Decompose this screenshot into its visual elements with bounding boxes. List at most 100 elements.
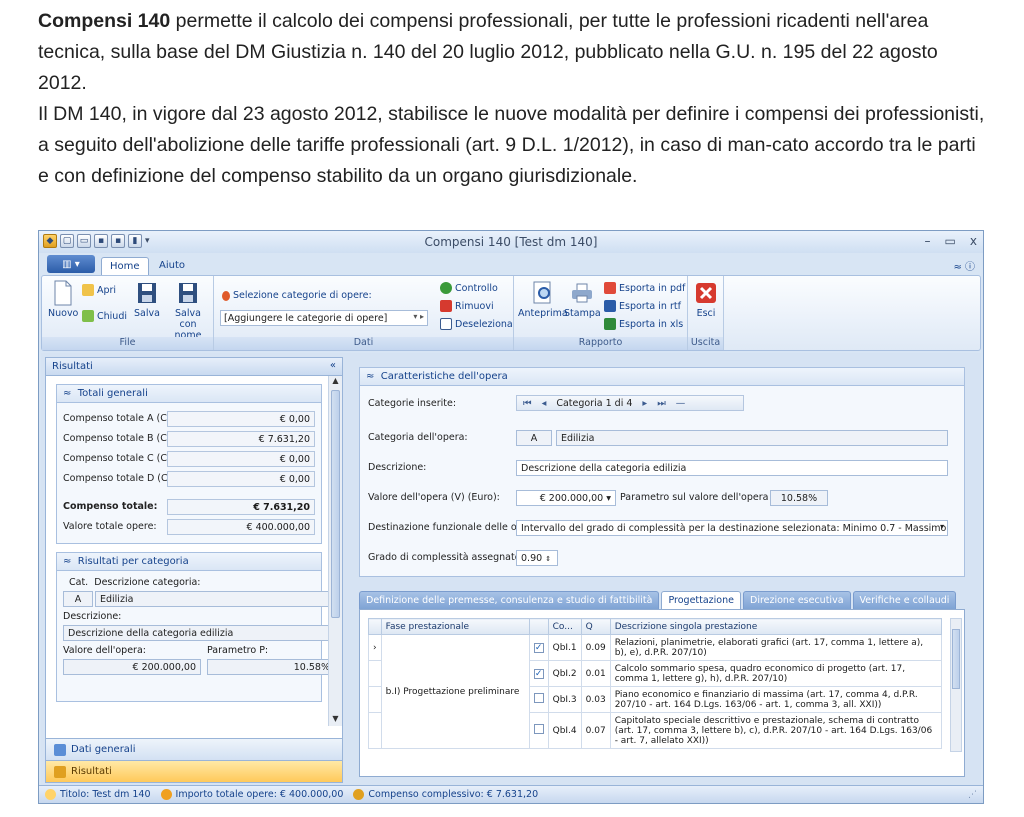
floppy-icon: [137, 283, 156, 303]
tab-aiuto[interactable]: Aiuto: [151, 257, 193, 275]
valore-opera-field: € 200.000,00: [63, 659, 201, 675]
collapse-panel-icon[interactable]: «: [330, 360, 336, 371]
destinazione-value: Intervallo del grado di complessità per …: [521, 523, 948, 534]
tab-verifiche[interactable]: Verifiche e collaudi: [852, 591, 957, 609]
excel-icon: [604, 318, 616, 330]
scroll-thumb[interactable]: [331, 390, 340, 618]
scroll-down-icon[interactable]: ▼: [329, 714, 342, 726]
col-fase[interactable]: Fase prestazionale: [380, 618, 530, 635]
nav-dati-generali[interactable]: Dati generali: [46, 738, 342, 760]
first-icon[interactable]: ⏮: [523, 398, 532, 409]
desc-cell: Calcolo sommario spesa, quadro economico…: [609, 660, 943, 687]
combo-arrow-icon[interactable]: ▾ ▸: [413, 312, 424, 321]
q-cell: 0.09: [580, 634, 611, 661]
prev-icon[interactable]: ◂: [542, 398, 547, 409]
checkbox-icon[interactable]: [533, 693, 544, 703]
compenso-totale-label: Compenso totale:: [63, 501, 158, 512]
scroll-up-icon[interactable]: ▲: [329, 376, 342, 388]
desc-cell: Relazioni, planimetrie, elaborati grafic…: [609, 634, 943, 661]
close-folder-icon: [82, 310, 94, 322]
risultati-scroll-area: ≈ Totali generali Compenso totale A (CP)…: [46, 376, 328, 726]
tab-definizione[interactable]: Definizione delle premesse, consulenza e…: [359, 591, 660, 609]
main-content: Risultati « ≈ Totali generali Compenso t…: [41, 353, 981, 785]
descrizione-input[interactable]: Descrizione della categoria edilizia: [516, 460, 948, 476]
destinazione-select[interactable]: Intervallo del grado di complessità per …: [516, 520, 948, 536]
salva-con-nome-button[interactable]: Salva con nome: [166, 280, 210, 341]
preview-icon: [533, 281, 551, 304]
parametro-field: 10.58%: [207, 659, 328, 675]
group-file-label: File: [42, 337, 213, 350]
categorie-combo[interactable]: [Aggiungere le categorie di opere] ▾ ▸: [220, 310, 428, 326]
caratteristiche-header[interactable]: ≈ Caratteristiche dell'opera: [360, 368, 964, 386]
row-checkbox[interactable]: [528, 686, 549, 713]
controllo-button[interactable]: Controllo: [440, 282, 498, 294]
risultati-categoria-header[interactable]: ≈ Risultati per categoria: [57, 553, 321, 571]
xls-label: Esporta in xls: [619, 318, 684, 330]
grado-spinner[interactable]: 0.90 ⇕: [516, 550, 558, 566]
rtf-label: Esporta in rtf: [619, 300, 681, 312]
categoria-name-field: Edilizia: [556, 430, 948, 446]
minimize-button[interactable]: –: [925, 234, 931, 248]
next-icon[interactable]: ▸: [642, 398, 647, 409]
salva-button[interactable]: Salva: [134, 280, 160, 319]
table-row[interactable]: › b.I) Progettazione preliminare ✓ QbI.1…: [368, 634, 943, 749]
selezione-text: Selezione categorie di opere:: [233, 290, 372, 301]
rimuovi-button[interactable]: Rimuovi: [440, 300, 494, 312]
grid-scroll-thumb[interactable]: [952, 629, 960, 689]
maximize-button[interactable]: ▭: [945, 234, 956, 248]
row-pointer-icon: ›: [368, 634, 382, 661]
row-checkbox[interactable]: ✓: [528, 660, 549, 687]
categoria-navigator[interactable]: ⏮ ◂ Categoria 1 di 4 ▸ ⏭ —: [516, 395, 744, 411]
spinner-arrows-icon[interactable]: ⇕: [545, 555, 551, 563]
tab-direzione[interactable]: Direzione esecutiva: [743, 591, 851, 609]
grid-scrollbar[interactable]: [950, 618, 962, 752]
col-code[interactable]: Co...: [547, 618, 582, 635]
col-q[interactable]: Q: [580, 618, 611, 635]
stampa-button[interactable]: Stampa: [564, 280, 601, 319]
esporta-rtf-button[interactable]: Esporta in rtf: [604, 300, 681, 312]
importo-icon: [160, 789, 172, 800]
destinazione-arrow-icon[interactable]: ▾: [940, 522, 944, 531]
deseleziona-button[interactable]: Deseleziona: [440, 318, 513, 330]
tab-progettazione[interactable]: Progettazione: [661, 591, 741, 609]
anteprima-button[interactable]: Anteprima: [518, 280, 568, 319]
desc-h: Descrizione categoria:: [94, 577, 201, 588]
code-cell: QbI.2: [547, 660, 582, 687]
row-checkbox[interactable]: ✓: [528, 634, 549, 661]
risultati-scrollbar[interactable]: ▲ ▼: [328, 376, 342, 726]
folder-icon: [82, 284, 94, 296]
categoria-counter: Categoria 1 di 4: [556, 397, 633, 409]
col-descrizione[interactable]: Descrizione singola prestazione: [609, 618, 943, 635]
last-icon[interactable]: ⏭: [657, 398, 666, 409]
esci-button[interactable]: Esci: [694, 280, 718, 319]
help-icons[interactable]: ≈ ⓘ: [953, 258, 975, 273]
tab-home[interactable]: Home: [101, 257, 149, 275]
row-checkbox[interactable]: [528, 712, 549, 749]
checkbox-icon[interactable]: ✓: [533, 668, 544, 679]
remove-cat-icon[interactable]: —: [676, 398, 686, 409]
file-menu-button[interactable]: ▥ ▾: [47, 255, 95, 273]
checkbox-icon[interactable]: [533, 724, 544, 734]
valore-opera-input[interactable]: € 200.000,00 ▾: [516, 490, 616, 506]
grado-value: 0.90: [521, 553, 543, 564]
nav-risultati[interactable]: Risultati: [46, 760, 342, 782]
totali-generali-header[interactable]: ≈ Totali generali: [57, 385, 321, 403]
esporta-pdf-button[interactable]: Esporta in pdf: [604, 282, 685, 294]
word-icon: [604, 300, 616, 312]
valore-totale-label: Valore totale opere:: [63, 521, 157, 532]
ribbon: Nuovo Apri Chiudi Salva Salva con nome F…: [41, 275, 981, 351]
intro-text: Compensi 140 permette il calcolo dei com…: [38, 6, 988, 192]
chiudi-button[interactable]: Chiudi: [82, 310, 127, 322]
apri-button[interactable]: Apri: [82, 284, 116, 296]
status-importo: Importo totale opere: € 400.000,00: [175, 789, 344, 800]
close-button[interactable]: x: [970, 234, 977, 248]
fase-cell: b.I) Progettazione preliminare: [380, 634, 530, 749]
resize-grip-icon[interactable]: ⋰: [968, 790, 977, 800]
nuovo-button[interactable]: Nuovo: [48, 280, 78, 319]
esporta-xls-button[interactable]: Esporta in xls: [604, 318, 683, 330]
compenso-totale-row: Compenso totale: € 7.631,20: [63, 499, 315, 515]
code-cell: QbI.1: [547, 634, 582, 661]
parametro-label: Parametro P:: [207, 645, 269, 656]
checkbox-icon[interactable]: ✓: [533, 642, 544, 653]
app-window: ◆ ▢ ▭ ▪ ▪ ▮ ▾ Compensi 140 [Test dm 140]…: [38, 230, 984, 804]
